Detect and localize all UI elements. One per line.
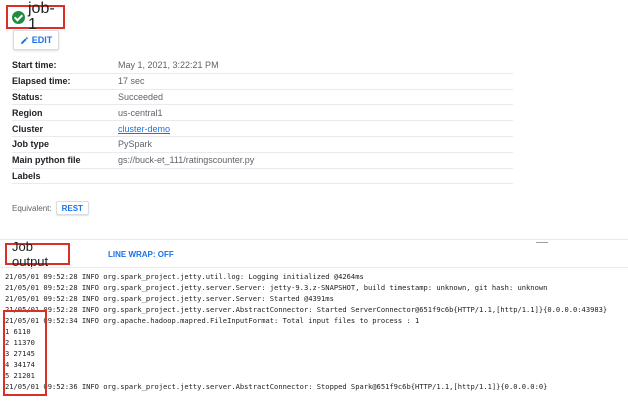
result-line: 2 11370 [5, 338, 35, 347]
job-details-table: Start time: May 1, 2021, 3:22:21 PM Elap… [12, 58, 513, 185]
detail-value: gs://buck-et_111/ratingscounter.py [118, 155, 255, 166]
log-divider [0, 267, 628, 268]
detail-label: Job type [12, 139, 50, 150]
detail-value: May 1, 2021, 3:22:21 PM [118, 60, 219, 71]
detail-row-status: Status: Succeeded [12, 90, 513, 106]
detail-label: Main python file [12, 155, 81, 166]
detail-row-labels: Labels [12, 169, 513, 185]
log-line: 21/05/01 09:52:28 INFO org.spark_project… [5, 283, 548, 292]
detail-label: Start time: [12, 60, 57, 71]
page-title: job-1 [28, 0, 55, 33]
detail-value: 17 sec [118, 76, 145, 87]
detail-row-region: Region us-central1 [12, 105, 513, 122]
equivalent-label: Equivalent: [12, 203, 52, 213]
log-line: 21/05/01 09:52:34 INFO org.apache.hadoop… [5, 316, 420, 325]
line-wrap-toggle[interactable]: LINE WRAP: OFF [108, 250, 174, 259]
detail-row-start-time: Start time: May 1, 2021, 3:22:21 PM [12, 58, 513, 74]
result-line: 5 21201 [5, 371, 35, 380]
job-title-highlight: job-1 [6, 1, 65, 33]
rest-button[interactable]: REST [55, 201, 89, 215]
resize-handle[interactable] [536, 242, 548, 243]
job-output-highlight: Job output [5, 239, 70, 269]
detail-value: PySpark [118, 139, 153, 150]
log-line: 21/05/01 09:52:36 INFO org.spark_project… [5, 382, 548, 391]
result-line: 1 6110 [5, 327, 31, 336]
detail-label: Cluster [12, 123, 44, 134]
status-check-icon [12, 10, 25, 24]
edit-button[interactable]: EDIT [13, 30, 59, 50]
section-divider [0, 239, 628, 240]
result-line: 3 27145 [5, 349, 35, 358]
cluster-link[interactable]: cluster-demo [118, 124, 170, 134]
detail-label: Region [12, 107, 43, 118]
detail-value: us-central1 [118, 107, 163, 118]
detail-row-cluster: Cluster cluster-demo [12, 121, 513, 137]
edit-button-label: EDIT [31, 35, 53, 45]
detail-value: Succeeded [118, 91, 164, 102]
detail-label: Status: [12, 91, 43, 102]
detail-row-main-python-file: Main python file gs://buck-et_111/rating… [12, 153, 513, 169]
detail-row-job-type: Job type PySpark [12, 137, 513, 153]
result-line: 4 34174 [5, 360, 35, 369]
log-line: 21/05/01 09:52:28 INFO org.spark_project… [5, 272, 364, 281]
pencil-icon [20, 36, 28, 44]
job-output-title: Job output [12, 239, 49, 269]
log-line: 21/05/01 09:52:28 INFO org.spark_project… [5, 305, 608, 314]
job-output-log: 21/05/01 09:52:28 INFO org.spark_project… [5, 271, 623, 392]
detail-label: Labels [12, 170, 41, 181]
equivalent-section: Equivalent: REST [12, 201, 89, 215]
detail-label: Elapsed time: [12, 76, 71, 87]
log-line: 21/05/01 09:52:28 INFO org.spark_project… [5, 294, 334, 303]
detail-row-elapsed-time: Elapsed time: 17 sec [12, 74, 513, 90]
